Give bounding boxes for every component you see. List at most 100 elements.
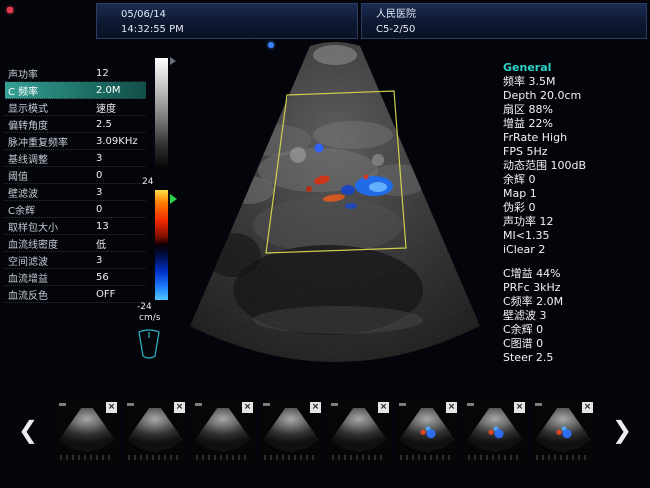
imaging-info-panel: General 频率 3.5M Depth 20.0cm 扇区 88% 增益 2… <box>503 60 649 365</box>
param-value: 3.09KHz <box>96 136 143 147</box>
thumbnail-close-icon[interactable]: × <box>446 402 457 413</box>
param-label: 显示模式 <box>8 100 96 115</box>
param-row-prf[interactable]: 脉冲重复频率 3.09KHz <box>5 133 146 150</box>
param-label: 壁滤波 <box>8 185 96 200</box>
param-label: 取样包大小 <box>8 219 96 234</box>
param-value: 3 <box>96 255 143 266</box>
param-row-c-persistence[interactable]: C余辉 0 <box>5 201 146 218</box>
thumbnail-close-icon[interactable]: × <box>378 402 389 413</box>
param-label: 血流增益 <box>8 270 96 285</box>
thumbnail-8[interactable]: × <box>532 401 594 463</box>
thumbnail-close-icon[interactable]: × <box>514 402 525 413</box>
header-time: 14:32:55 PM <box>121 22 347 37</box>
info-persistence: 余辉 0 <box>503 173 649 187</box>
param-row-threshold[interactable]: 阈值 0 <box>5 167 146 184</box>
param-value: 56 <box>96 272 143 283</box>
info-c-map: C图谱 0 <box>503 337 649 351</box>
body-mark-icon <box>134 328 164 364</box>
thumbnail-2[interactable]: × <box>124 401 186 463</box>
param-row-baseline[interactable]: 基线调整 3 <box>5 150 146 167</box>
header-hospital-cell: 人民医院 C5-2/50 <box>361 3 647 39</box>
velocity-scale-unit: cm/s <box>139 313 160 323</box>
info-dynamic-range: 动态范围 100dB <box>503 159 649 173</box>
param-row-spatial-filter[interactable]: 空间滤波 3 <box>5 252 146 269</box>
doppler-color-map-bar <box>155 190 168 300</box>
ultrasound-image-area[interactable] <box>178 40 493 396</box>
velocity-scale-min: -24 <box>137 302 152 312</box>
info-iclear: iClear 2 <box>503 243 649 257</box>
param-value: 2.5 <box>96 119 143 130</box>
info-section-gap <box>503 257 649 267</box>
info-acoustic-power: 声功率 12 <box>503 215 649 229</box>
thumbnail-3[interactable]: × <box>192 401 254 463</box>
param-label: 声功率 <box>8 66 96 81</box>
param-row-wall-filter[interactable]: 壁滤波 3 <box>5 184 146 201</box>
param-label: 偏转角度 <box>8 117 96 132</box>
ultrasound-console-screen: 05/06/14 14:32:55 PM 人民医院 C5-2/50 声功率 12… <box>0 0 650 488</box>
thumbnail-image <box>262 408 320 452</box>
param-value: OFF <box>96 289 143 300</box>
grayscale-map-bar <box>155 58 168 168</box>
filmstrip: × × × × × × × × <box>56 401 594 463</box>
param-row-line-density[interactable]: 血流线密度 低 <box>5 235 146 252</box>
param-row-c-frequency[interactable]: C 频率 2.0M <box>5 82 146 99</box>
param-label: 血流线密度 <box>8 236 96 251</box>
param-label: 阈值 <box>8 168 96 183</box>
thumbnail-image <box>534 408 592 452</box>
info-section-title: General <box>503 60 649 75</box>
thumbnail-close-icon[interactable]: × <box>106 402 117 413</box>
focus-marker-arrow-icon <box>170 194 177 204</box>
info-map: Map 1 <box>503 187 649 201</box>
param-label: 空间滤波 <box>8 253 96 268</box>
info-frequency: 频率 3.5M <box>503 75 649 89</box>
param-value: 低 <box>96 236 143 251</box>
info-sector: 扇区 88% <box>503 103 649 117</box>
info-c-gain: C增益 44% <box>503 267 649 281</box>
thumbnail-6[interactable]: × <box>396 401 458 463</box>
param-value: 3 <box>96 153 143 164</box>
param-row-acoustic-power[interactable]: 声功率 12 <box>5 65 146 82</box>
info-wall-filter: 壁滤波 3 <box>503 309 649 323</box>
param-label: C余辉 <box>8 202 96 217</box>
param-label: 脉冲重复频率 <box>8 134 96 149</box>
info-c-frequency: C频率 2.0M <box>503 295 649 309</box>
info-mi: MI<1.35 <box>503 229 649 243</box>
thumbnail-1[interactable]: × <box>56 401 118 463</box>
info-pseudocolor: 伪彩 0 <box>503 201 649 215</box>
param-label: 基线调整 <box>8 151 96 166</box>
thumbnail-image <box>126 408 184 452</box>
param-value: 0 <box>96 204 143 215</box>
info-framerate: FrRate High <box>503 131 649 145</box>
param-label: C 频率 <box>8 83 96 98</box>
param-value: 速度 <box>96 100 143 115</box>
hospital-name: 人民医院 <box>376 7 636 22</box>
param-row-flow-gain[interactable]: 血流增益 56 <box>5 269 146 286</box>
param-row-packet-size[interactable]: 取样包大小 13 <box>5 218 146 235</box>
param-label: 血流反色 <box>8 287 96 302</box>
thumbnail-close-icon[interactable]: × <box>174 402 185 413</box>
thumbnail-5[interactable]: × <box>328 401 390 463</box>
thumbnail-close-icon[interactable]: × <box>242 402 253 413</box>
thumbnail-close-icon[interactable]: × <box>582 402 593 413</box>
thumbnail-image <box>58 408 116 452</box>
thumbnail-7[interactable]: × <box>464 401 526 463</box>
header-bar: 05/06/14 14:32:55 PM 人民医院 C5-2/50 <box>96 3 647 39</box>
filmstrip-prev-button[interactable]: ❮ <box>18 416 38 444</box>
param-row-flow-invert[interactable]: 血流反色 OFF <box>5 286 146 303</box>
tgc-marker-arrow-icon <box>170 57 176 65</box>
parameter-panel: 声功率 12 C 频率 2.0M 显示模式 速度 偏转角度 2.5 脉冲重复频率… <box>5 65 146 303</box>
info-steer: Steer 2.5 <box>503 351 649 365</box>
header-datetime-cell: 05/06/14 14:32:55 PM <box>96 3 358 39</box>
filmstrip-next-button[interactable]: ❯ <box>612 416 632 444</box>
ultrasound-sector-image <box>178 40 493 396</box>
thumbnail-4[interactable]: × <box>260 401 322 463</box>
probe-model: C5-2/50 <box>376 22 636 37</box>
param-value: 0 <box>96 170 143 181</box>
info-prfc: PRFc 3kHz <box>503 281 649 295</box>
param-row-display-mode[interactable]: 显示模式 速度 <box>5 99 146 116</box>
thumbnail-close-icon[interactable]: × <box>310 402 321 413</box>
header-date: 05/06/14 <box>121 7 347 22</box>
info-fps: FPS 5Hz <box>503 145 649 159</box>
param-value: 3 <box>96 187 143 198</box>
param-row-steer-angle[interactable]: 偏转角度 2.5 <box>5 116 146 133</box>
